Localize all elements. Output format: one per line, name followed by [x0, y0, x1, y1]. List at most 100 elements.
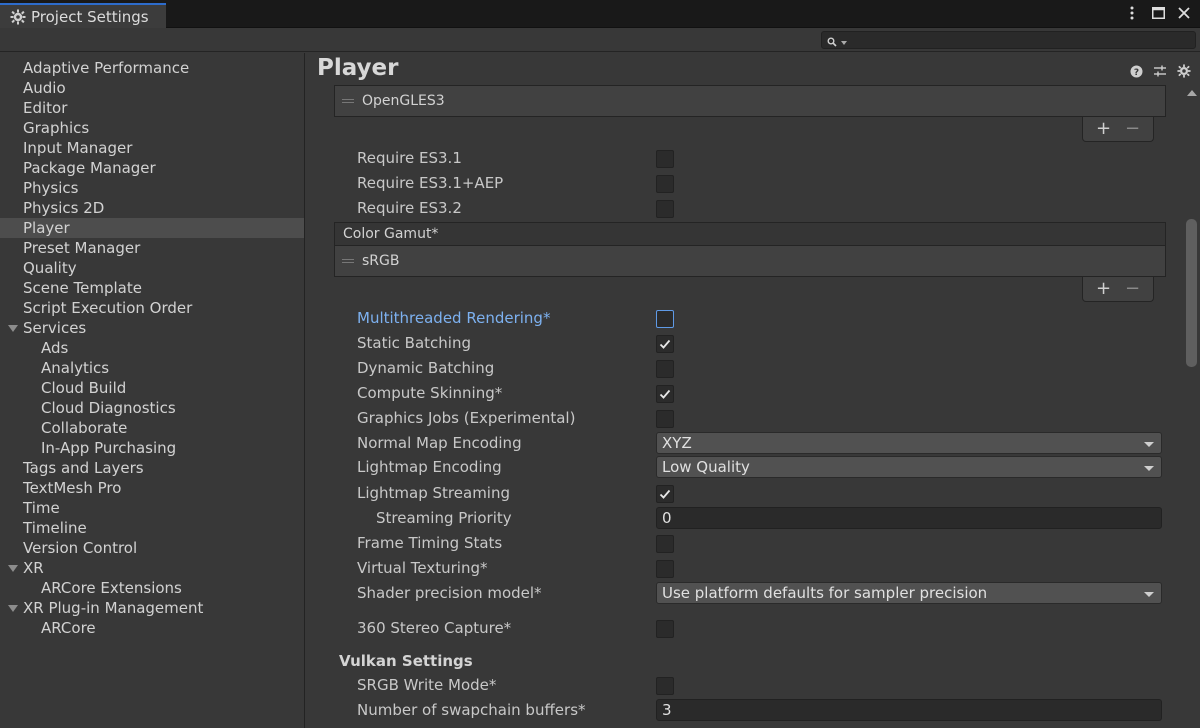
setting-row-360-stereo-capture: 360 Stereo Capture* — [357, 617, 1167, 639]
setting-label: Require ES3.2 — [357, 199, 462, 217]
expand-arrow-icon[interactable] — [8, 325, 18, 332]
expand-arrow-icon[interactable] — [8, 565, 18, 572]
sidebar-item-timeline[interactable]: Timeline — [0, 518, 304, 538]
remove-button[interactable]: − — [1122, 280, 1144, 298]
expand-arrow-icon[interactable] — [8, 605, 18, 612]
setting-row-require-es3-1-aep: Require ES3.1+AEP — [357, 172, 1167, 194]
sidebar-item-cloud-diagnostics[interactable]: Cloud Diagnostics — [0, 398, 304, 418]
number-of-swapchain-buffers-field[interactable]: 3 — [656, 699, 1162, 721]
sidebar-item-editor[interactable]: Editor — [0, 98, 304, 118]
sidebar-item-in-app-purchasing[interactable]: In-App Purchasing — [0, 438, 304, 458]
window-controls — [1124, 4, 1192, 22]
360-stereo-capture-checkbox[interactable] — [656, 620, 674, 638]
color-gamut-header: Color Gamut* — [334, 222, 1166, 246]
virtual-texturing-checkbox[interactable] — [656, 560, 674, 578]
vertical-scrollbar[interactable] — [1183, 85, 1200, 728]
setting-label: 360 Stereo Capture* — [357, 619, 512, 637]
sidebar-item-arcore-extensions[interactable]: ARCore Extensions — [0, 578, 304, 598]
sidebar-item-physics-2d[interactable]: Physics 2D — [0, 198, 304, 218]
header-icons: ? — [1128, 63, 1192, 79]
sidebar-item-adaptive-performance[interactable]: Adaptive Performance — [0, 58, 304, 78]
lightmap-encoding-dropdown[interactable]: Low Quality — [656, 456, 1162, 478]
chevron-down-icon — [1144, 466, 1154, 471]
sidebar-item-xr-plug-in-management[interactable]: XR Plug-in Management — [0, 598, 304, 618]
require-es3-2-checkbox[interactable] — [656, 200, 674, 218]
setting-label: Multithreaded Rendering* — [357, 309, 551, 327]
add-button[interactable]: + — [1093, 120, 1115, 138]
normal-map-encoding-dropdown[interactable]: XYZ — [656, 432, 1162, 454]
project-settings-tab[interactable]: Project Settings — [0, 3, 166, 29]
sidebar-item-label: Scene Template — [23, 279, 142, 297]
help-icon[interactable]: ? — [1128, 63, 1144, 79]
sidebar-item-input-manager[interactable]: Input Manager — [0, 138, 304, 158]
sidebar-item-audio[interactable]: Audio — [0, 78, 304, 98]
compute-skinning-checkbox[interactable] — [656, 385, 674, 403]
search-bar-row — [0, 28, 1200, 52]
sidebar-item-tags-and-layers[interactable]: Tags and Layers — [0, 458, 304, 478]
setting-row-require-es3-2: Require ES3.2 — [357, 197, 1167, 219]
sidebar-item-graphics[interactable]: Graphics — [0, 118, 304, 138]
srgb-write-mode-checkbox[interactable] — [656, 677, 674, 695]
close-icon[interactable] — [1176, 4, 1192, 22]
sidebar-item-analytics[interactable]: Analytics — [0, 358, 304, 378]
kebab-menu-icon[interactable] — [1124, 4, 1140, 22]
sidebar-item-label: XR — [23, 559, 44, 577]
sidebar-item-textmesh-pro[interactable]: TextMesh Pro — [0, 478, 304, 498]
setting-label: Normal Map Encoding — [357, 434, 522, 452]
sidebar-item-collaborate[interactable]: Collaborate — [0, 418, 304, 438]
sidebar-item-cloud-build[interactable]: Cloud Build — [0, 378, 304, 398]
setting-row-virtual-texturing: Virtual Texturing* — [357, 557, 1167, 579]
sidebar-item-xr[interactable]: XR — [0, 558, 304, 578]
settings-icon[interactable] — [1176, 63, 1192, 79]
sidebar-item-label: Services — [23, 319, 87, 337]
drag-handle-icon[interactable] — [342, 99, 354, 103]
lightmap-streaming-checkbox[interactable] — [656, 485, 674, 503]
sidebar-item-version-control[interactable]: Version Control — [0, 538, 304, 558]
search-input[interactable] — [821, 31, 1196, 49]
streaming-priority-field[interactable]: 0 — [656, 507, 1162, 529]
sidebar-item-ads[interactable]: Ads — [0, 338, 304, 358]
add-button[interactable]: + — [1093, 280, 1115, 298]
multithreaded-rendering-checkbox[interactable] — [656, 310, 674, 328]
drag-handle-icon[interactable] — [342, 259, 354, 263]
main-panel: Player ? OpenGLES3 + − Color Gamut* sRGB… — [305, 53, 1200, 728]
search-filter-caret-icon[interactable] — [841, 41, 847, 45]
sidebar-item-physics[interactable]: Physics — [0, 178, 304, 198]
presets-icon[interactable] — [1152, 63, 1168, 79]
sidebar-item-quality[interactable]: Quality — [0, 258, 304, 278]
dynamic-batching-checkbox[interactable] — [656, 360, 674, 378]
frame-timing-stats-checkbox[interactable] — [656, 535, 674, 553]
list-item[interactable]: OpenGLES3 — [335, 87, 1165, 115]
setting-row-graphics-jobs-experimental: Graphics Jobs (Experimental) — [357, 407, 1167, 429]
require-es3-1-aep-checkbox[interactable] — [656, 175, 674, 193]
sidebar-item-services[interactable]: Services — [0, 318, 304, 338]
sidebar-item-preset-manager[interactable]: Preset Manager — [0, 238, 304, 258]
setting-row-dynamic-batching: Dynamic Batching — [357, 357, 1167, 379]
static-batching-checkbox[interactable] — [656, 335, 674, 353]
setting-row-require-es3-1: Require ES3.1 — [357, 147, 1167, 169]
sidebar-item-arcore[interactable]: ARCore — [0, 618, 304, 638]
sidebar-item-scene-template[interactable]: Scene Template — [0, 278, 304, 298]
page-title: Player — [317, 55, 399, 81]
svg-text:?: ? — [1133, 68, 1138, 78]
sidebar-item-label: Timeline — [23, 519, 87, 537]
sidebar-item-label: Preset Manager — [23, 239, 141, 257]
vulkan-settings-heading: Vulkan Settings — [339, 652, 473, 670]
setting-row-lightmap-streaming: Lightmap Streaming — [357, 482, 1167, 504]
tab-title: Project Settings — [31, 8, 149, 26]
scroll-up-arrow-icon[interactable] — [1187, 90, 1197, 96]
sidebar-item-time[interactable]: Time — [0, 498, 304, 518]
sidebar-item-package-manager[interactable]: Package Manager — [0, 158, 304, 178]
graphics-jobs-experimental-checkbox[interactable] — [656, 410, 674, 428]
sidebar-item-player[interactable]: Player — [0, 218, 304, 238]
remove-button[interactable]: − — [1122, 120, 1144, 138]
sidebar-item-script-execution-order[interactable]: Script Execution Order — [0, 298, 304, 318]
sidebar-item-label: Ads — [41, 339, 69, 357]
setting-label: Static Batching — [357, 334, 471, 352]
require-es3-1-checkbox[interactable] — [656, 150, 674, 168]
maximize-icon[interactable] — [1150, 4, 1166, 22]
scrollbar-thumb[interactable] — [1186, 219, 1197, 367]
sidebar-item-label: Cloud Diagnostics — [41, 399, 176, 417]
shader-precision-model-dropdown[interactable]: Use platform defaults for sampler precis… — [656, 582, 1162, 604]
list-item[interactable]: sRGB — [335, 247, 1165, 275]
